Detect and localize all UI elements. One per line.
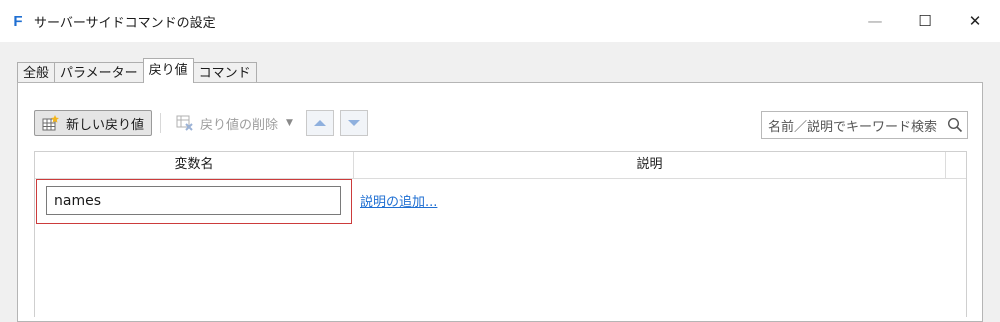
arrow-up-icon [313,120,326,126]
keyword-search-box[interactable]: 名前／説明でキーワード検索 [761,111,968,139]
search-placeholder: 名前／説明でキーワード検索 [768,119,938,135]
variable-name-cell [36,179,352,224]
new-return-value-button[interactable]: 新しい戻り値 [34,110,153,136]
move-down-button[interactable] [339,110,368,136]
delete-grid-icon [176,114,194,132]
toolbar: 新しい戻り値 戻り値の削除 ▼ [34,109,368,137]
move-up-button[interactable] [305,110,334,136]
tab-bar: 全般 パラメーター 戻り値 コマンド [17,58,257,83]
tab-commands[interactable]: コマンド [192,62,257,83]
column-header-description[interactable]: 説明 [354,152,946,178]
app-logo-icon: F [13,12,23,30]
maximize-button[interactable]: ☐ [900,0,950,42]
delete-return-value-label: 戻り値の削除 [200,117,279,133]
new-return-value-label: 新しい戻り値 [66,117,145,133]
return-values-grid: 変数名 説明 説明の追加... [34,151,967,317]
close-button[interactable]: ✕ [950,0,1000,42]
tab-return-values[interactable]: 戻り値 [142,58,194,83]
minimize-button[interactable]: — [850,0,900,42]
tab-general[interactable]: 全般 [17,62,56,83]
chevron-down-icon: ▼ [286,118,293,128]
tab-parameters[interactable]: パラメーター [54,62,144,83]
window-title: サーバーサイドコマンドの設定 [34,15,216,31]
grid-header: 変数名 説明 [35,152,966,179]
delete-return-value-button[interactable]: 戻り値の削除 ▼ [169,110,300,136]
variable-name-input[interactable] [46,186,341,215]
search-icon[interactable] [947,117,963,133]
window-controls: — ☐ ✕ [850,0,1000,42]
title-bar: F サーバーサイドコマンドの設定 — ☐ ✕ [0,0,1000,42]
column-header-variable-name[interactable]: 変数名 [35,152,354,178]
add-grid-icon [42,114,60,132]
add-description-link[interactable]: 説明の追加... [360,191,437,210]
arrow-down-icon [347,120,360,126]
toolbar-separator [160,113,162,133]
